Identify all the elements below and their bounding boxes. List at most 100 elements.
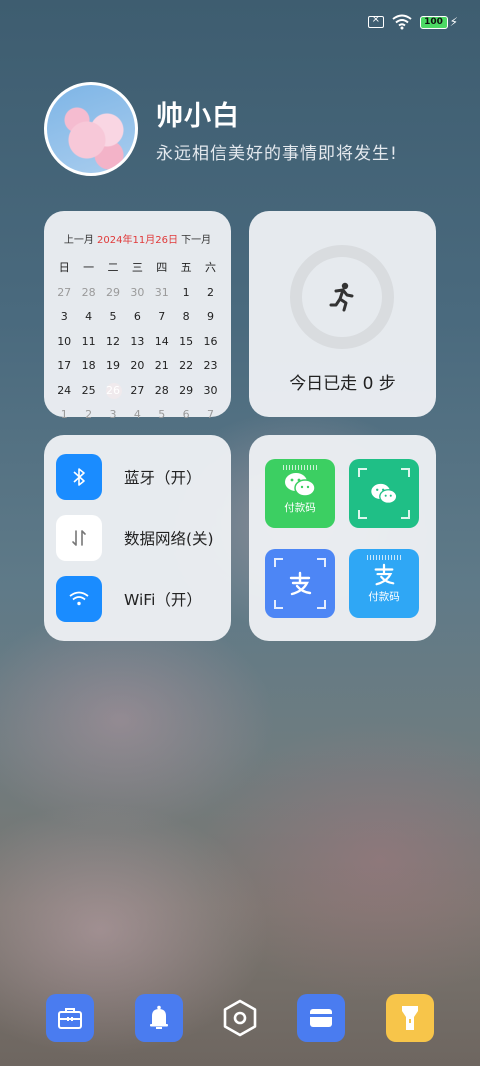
calendar-day[interactable]: 18 — [76, 354, 100, 379]
toggle-label: 蓝牙（开） — [124, 469, 202, 487]
calendar-day[interactable]: 24 — [52, 379, 76, 404]
barcode-decoration — [367, 555, 401, 560]
steps-count: 今日已走 0 步 — [289, 374, 396, 394]
calendar-day[interactable]: 30 — [125, 281, 149, 306]
calendar-day[interactable]: 29 — [101, 281, 125, 306]
bolt-icon: ⚡ — [449, 15, 458, 29]
wechat-icon — [285, 473, 316, 497]
bluetooth-icon — [56, 454, 102, 500]
barcode-decoration — [283, 465, 317, 470]
wallet-card-icon — [310, 1009, 332, 1027]
bell-icon — [150, 1005, 168, 1029]
toggle-label: 数据网络(关) — [124, 530, 214, 548]
toggles-widget: 蓝牙（开） 数据网络(关) WiFi（开） — [44, 435, 231, 641]
calendar-day[interactable]: 7 — [150, 305, 174, 330]
calendar-day[interactable]: 15 — [174, 330, 198, 355]
wallet-card-button[interactable] — [297, 994, 345, 1042]
calendar-day[interactable]: 13 — [125, 330, 149, 355]
wechat-scan-icon — [371, 483, 398, 504]
current-date: 2024年11月26日 — [97, 235, 178, 246]
calendar-day[interactable]: 29 — [174, 379, 198, 404]
toggle-wifi[interactable]: WiFi（开） — [56, 576, 202, 622]
dock — [0, 994, 480, 1042]
toggle-bluetooth[interactable]: 蓝牙（开） — [56, 454, 202, 500]
status-bar: 100 ⚡ — [367, 12, 458, 32]
toolbox-button[interactable] — [46, 994, 94, 1042]
notification-button[interactable] — [135, 994, 183, 1042]
hexagon-settings-icon — [223, 999, 257, 1037]
calendar-day[interactable]: 6 — [174, 403, 198, 428]
no-sim-icon — [367, 14, 384, 28]
toggle-label: WiFi（开） — [124, 591, 202, 609]
wechat-scan-button[interactable] — [349, 459, 419, 528]
calendar-day[interactable]: 2 — [198, 281, 222, 306]
calendar-day[interactable]: 2 — [76, 403, 100, 428]
wechat-pay-code-button[interactable]: 付款码 — [265, 459, 335, 528]
calendar-day[interactable]: 11 — [76, 330, 100, 355]
profile-name: 帅小白 — [156, 101, 240, 132]
calendar-day[interactable]: 19 — [101, 354, 125, 379]
calendar-day[interactable]: 14 — [150, 330, 174, 355]
payment-label: 付款码 — [284, 502, 316, 514]
weekday-label: 五 — [180, 261, 192, 274]
settings-button[interactable] — [216, 994, 264, 1042]
prev-month-button[interactable]: 上一月 — [64, 235, 94, 246]
profile-header: 帅小白 永远相信美好的事情即将发生! — [44, 82, 398, 176]
calendar-day-today[interactable]: 26 — [101, 379, 125, 404]
flashlight-button[interactable] — [386, 994, 434, 1042]
calendar-grid: 日 一 二 三 四 五 六 27 28 29 30 31 1 2 3 4 5 6… — [52, 256, 231, 428]
calendar-day[interactable]: 5 — [101, 305, 125, 330]
alipay-scan-button[interactable] — [265, 549, 335, 618]
calendar-day[interactable]: 23 — [198, 354, 222, 379]
weekday-label: 二 — [107, 261, 119, 274]
wifi-icon — [391, 14, 412, 30]
steps-widget[interactable]: 今日已走 0 步 — [249, 211, 436, 417]
calendar-day[interactable]: 31 — [150, 281, 174, 306]
alipay-pay-code-button[interactable]: 付款码 — [349, 549, 419, 618]
profile-motto: 永远相信美好的事情即将发生! — [156, 144, 398, 164]
weekday-label: 日 — [58, 261, 70, 274]
calendar-day[interactable]: 3 — [52, 305, 76, 330]
calendar-day[interactable]: 10 — [52, 330, 76, 355]
toggle-mobile-data[interactable]: 数据网络(关) — [56, 515, 214, 561]
alipay-scan-icon — [289, 571, 312, 595]
payment-widget: 付款码 付款码 — [249, 435, 436, 641]
calendar-day[interactable]: 6 — [125, 305, 149, 330]
calendar-widget: 上一月 2024年11月26日 下一月 日 一 二 三 四 五 六 27 28 … — [44, 211, 231, 421]
calendar-day[interactable]: 27 — [52, 281, 76, 306]
battery-indicator: 100 ⚡ — [419, 15, 458, 29]
mobile-data-icon — [56, 515, 102, 561]
calendar-day[interactable]: 27 — [125, 379, 149, 404]
calendar-day[interactable]: 5 — [150, 403, 174, 428]
calendar-day[interactable]: 9 — [198, 305, 222, 330]
calendar-day[interactable]: 7 — [198, 403, 222, 428]
calendar-day[interactable]: 1 — [52, 403, 76, 428]
weekday-label: 四 — [156, 261, 168, 274]
calendar-day[interactable]: 4 — [76, 305, 100, 330]
calendar-day[interactable]: 22 — [174, 354, 198, 379]
calendar-header: 上一月 2024年11月26日 下一月 — [44, 231, 231, 246]
weekday-label: 六 — [205, 261, 217, 274]
toolbox-icon — [58, 1008, 82, 1029]
calendar-day[interactable]: 28 — [76, 281, 100, 306]
running-icon — [329, 282, 354, 312]
steps-progress-ring — [290, 245, 394, 349]
avatar[interactable] — [44, 82, 138, 176]
calendar-day[interactable]: 17 — [52, 354, 76, 379]
calendar-day[interactable]: 8 — [174, 305, 198, 330]
calendar-day[interactable]: 30 — [198, 379, 222, 404]
weekday-label: 三 — [131, 261, 143, 274]
calendar-day[interactable]: 20 — [125, 354, 149, 379]
calendar-day[interactable]: 16 — [198, 330, 222, 355]
calendar-day[interactable]: 4 — [125, 403, 149, 428]
calendar-day[interactable]: 3 — [101, 403, 125, 428]
calendar-day[interactable]: 21 — [150, 354, 174, 379]
calendar-day[interactable]: 12 — [101, 330, 125, 355]
calendar-day[interactable]: 1 — [174, 281, 198, 306]
calendar-day[interactable]: 28 — [150, 379, 174, 404]
payment-label: 付款码 — [368, 591, 400, 603]
next-month-button[interactable]: 下一月 — [181, 235, 211, 246]
alipay-icon — [374, 563, 395, 586]
calendar-day[interactable]: 25 — [76, 379, 100, 404]
wifi-icon — [56, 576, 102, 622]
